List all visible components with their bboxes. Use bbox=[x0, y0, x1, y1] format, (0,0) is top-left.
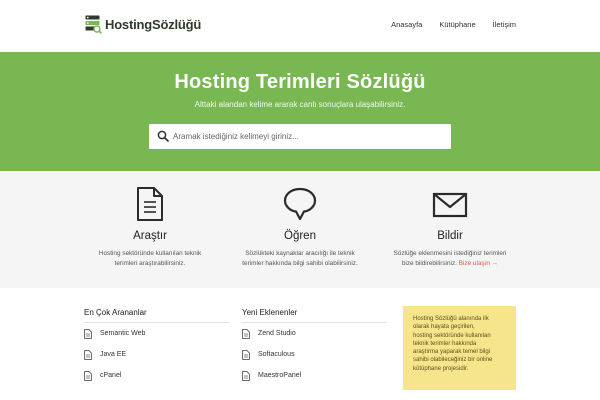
hero-subtitle: Alttaki alandan kelime ararak canlı sonu… bbox=[194, 100, 406, 109]
section-title: En Çok Arananlar bbox=[84, 308, 229, 323]
list-item-label: Zend Studio bbox=[258, 330, 296, 337]
list-item[interactable]: Semantic Web bbox=[84, 323, 229, 344]
document-icon bbox=[84, 370, 92, 381]
feature-learn: Öğren Sözlükteki kaynaklar aracılığı ile… bbox=[225, 171, 375, 269]
feature-description: Sözlükteki kaynaklar aracılığı ile tekni… bbox=[225, 249, 375, 269]
note-line: araştırma yaparak temel bilgi bbox=[413, 349, 491, 356]
search-input[interactable] bbox=[173, 124, 443, 149]
hero-title: Hosting Terimleri Sözlüğü bbox=[174, 71, 426, 93]
envelope-icon bbox=[432, 192, 468, 218]
document-icon bbox=[84, 349, 92, 360]
hero-section: Hosting Terimleri Sözlüğü Alttaki alanda… bbox=[0, 52, 600, 171]
section-title: Yeni Eklenenler bbox=[242, 308, 387, 323]
feature-desc-line: Sözlükteki kaynaklar aracılığı ile tekni… bbox=[245, 250, 355, 257]
feature-description: Hosting sektöründe kullanılan teknik ter… bbox=[75, 249, 225, 269]
list-item-label: Softaculous bbox=[258, 351, 295, 358]
list-item-label: Java EE bbox=[100, 351, 127, 358]
feature-desc-line: bize bildirebilirsiniz. Bize ulaşın → bbox=[375, 259, 525, 269]
document-icon bbox=[242, 328, 250, 339]
list-item[interactable]: Zend Studio bbox=[242, 323, 387, 344]
note-line: hosting sektöründe kullanılan bbox=[413, 332, 491, 339]
feature-desc-line: Sözlüğe eklenmesini istediğiniz terimler… bbox=[393, 250, 507, 257]
nav-contact[interactable]: İletişim bbox=[493, 20, 516, 29]
logo-text: HostingSözlüğü bbox=[105, 17, 202, 32]
feature-desc-line: terimleri araştırabilirsiniz. bbox=[114, 260, 186, 267]
document-icon bbox=[242, 349, 250, 360]
list-item-label: MaestroPanel bbox=[258, 372, 302, 379]
recently-added-section: Yeni Eklenenler Zend Studio Softaculous … bbox=[242, 308, 387, 386]
features-section: Araştır Hosting sektöründe kullanılan te… bbox=[0, 171, 600, 288]
list-item-label: Semantic Web bbox=[100, 330, 146, 337]
list-item[interactable]: MaestroPanel bbox=[242, 365, 387, 386]
feature-desc-line: Hosting sektöründe kullanılan teknik bbox=[98, 250, 202, 257]
feature-title: Bildir bbox=[437, 230, 463, 242]
about-note: Hosting Sözlüğü alanında ilk olarak haya… bbox=[403, 306, 516, 390]
feature-desc-line: terimler hakkında bilgi sahibi olabilirs… bbox=[242, 260, 358, 267]
search-box bbox=[149, 124, 451, 149]
document-icon bbox=[84, 328, 92, 339]
nav-home[interactable]: Anasayfa bbox=[391, 20, 422, 29]
list-item[interactable]: Softaculous bbox=[242, 344, 387, 365]
list-item-label: cPanel bbox=[100, 372, 122, 379]
feature-description: Sözlüğe eklenmesini istediğiniz terimler… bbox=[375, 249, 525, 269]
note-line: teknik terimler hakkında bbox=[413, 340, 477, 347]
feature-title: Araştır bbox=[133, 230, 167, 242]
note-line: olarak hayata geçirilen, bbox=[413, 324, 475, 331]
server-search-icon bbox=[85, 15, 102, 34]
list-item[interactable]: Java EE bbox=[84, 344, 229, 365]
note-line: sahibi olabileceğiniz bir online bbox=[413, 357, 493, 364]
document-icon bbox=[137, 187, 163, 221]
feature-report: Bildir Sözlüğe eklenmesini istediğiniz t… bbox=[375, 171, 525, 269]
feature-research: Araştır Hosting sektöründe kullanılan te… bbox=[75, 171, 225, 269]
contact-us-link[interactable]: Bize ulaşın → bbox=[459, 260, 498, 267]
note-line: Hosting Sözlüğü alanında ilk bbox=[413, 316, 489, 322]
search-icon bbox=[157, 130, 169, 142]
main-nav: Anasayfa Kütüphane İletişim bbox=[391, 20, 516, 29]
site-header: HostingSözlüğü Anasayfa Kütüphane İletiş… bbox=[0, 0, 600, 52]
document-icon bbox=[242, 370, 250, 381]
list-item[interactable]: cPanel bbox=[84, 365, 229, 386]
feature-title: Öğren bbox=[284, 230, 316, 242]
site-logo[interactable]: HostingSözlüğü bbox=[85, 15, 201, 34]
most-searched-section: En Çok Arananlar Semantic Web Java EE cP… bbox=[84, 308, 229, 386]
speech-bubble-icon bbox=[283, 187, 317, 221]
nav-library[interactable]: Kütüphane bbox=[439, 20, 475, 29]
feature-desc-text: bize bildirebilirsiniz. bbox=[401, 260, 457, 267]
note-line: kütüphane projesidir. bbox=[413, 365, 469, 372]
